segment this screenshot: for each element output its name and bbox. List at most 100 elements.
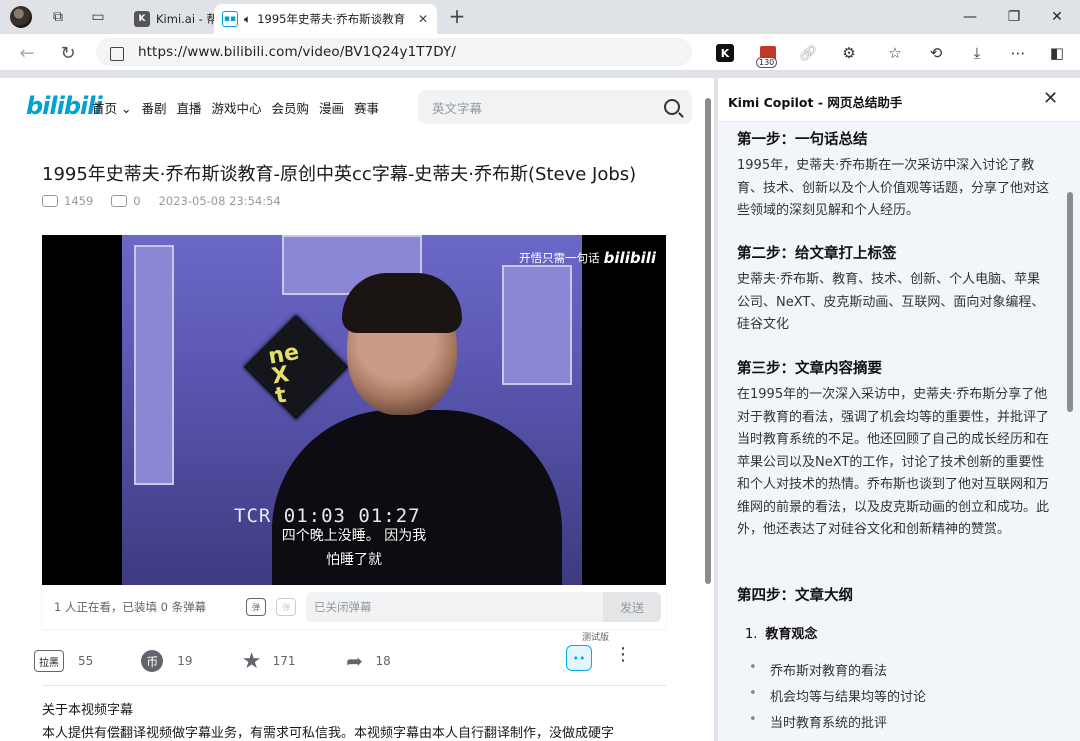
nav-item-esports[interactable]: 赛事 [354,98,379,117]
more-options-icon[interactable]: ⋮ [614,646,632,664]
step2-text: 史蒂夫·乔布斯、教育、技术、创新、个人电脑、苹果公司、NeXT、皮克斯动画、互联… [737,272,1045,332]
sidebar-toggle-icon[interactable]: ◧ [1046,42,1068,64]
history-icon[interactable]: ⟲ [925,42,947,64]
step2-heading: 第二步：给文章打上标签 [737,246,897,262]
step4-heading: 第四步：文章大纲 [737,588,853,604]
video-meta: 1459 0 2023-05-08 23:54:54 [42,194,281,208]
play-count-icon [42,195,58,207]
lock-icon [110,47,124,61]
bilibili-logo[interactable]: bilibili [26,92,103,120]
nav-item-manga[interactable]: 漫画 [319,98,344,117]
search-icon[interactable] [664,99,680,115]
danmaku-placeholder: 已关闭弹幕 [314,600,372,614]
viewer-count-text: 1 人正在看，已装填 0 条弹幕 [54,600,207,614]
notification-badge: 130 [756,57,778,68]
like-count: 55 [78,654,94,668]
kimi-summary: 第一步：一句话总结 1995年，史蒂夫·乔布斯在一次采访中深入讨论了教育、技术、… [718,122,1080,741]
danmaku-toggle-icon[interactable]: 弹 [246,598,266,616]
tab-label: Kimi.ai - 帮 [156,12,214,26]
bilibili-favicon-icon: ▪▪ [222,11,238,27]
tab-actions-icon[interactable]: ▭ [88,7,108,27]
video-title: 1995年史蒂夫·乔布斯谈教育-原创中英cc字幕-史蒂夫·乔布斯(Steve J… [42,164,637,185]
danmaku-bar: 1 人正在看，已装填 0 条弹幕 弹 弹 已关闭弹幕 发送 [42,585,666,629]
video-watermark: 开悟只需一句话 bilibili [519,249,656,267]
danmaku-input[interactable]: 已关闭弹幕 发送 [306,592,661,622]
extensions-icon[interactable]: ⚙ [838,42,860,64]
timecode: TCR 01:03 01:27 [234,505,421,527]
calendar-extension-icon[interactable]: 130 [756,42,779,68]
nav-item-live[interactable]: 直播 [176,98,201,117]
video-player[interactable]: ne Xt TCR 01:03 01:27 四个晚上没睡。 因为我 怕睡了就 开悟… [42,235,666,585]
danmaku-settings-icon[interactable]: 弹 [276,598,296,616]
search-placeholder: 英文字幕 [432,100,483,116]
subtitle-line-1: 四个晚上没睡。 因为我 [281,528,427,544]
share-button[interactable]: ➦ 18 [343,649,391,673]
star-icon: ★ [241,648,262,674]
coin-button[interactable]: 币 19 [141,650,193,672]
scrollbar-thumb[interactable] [705,98,711,584]
description-title: 关于本视频字幕 [42,703,134,718]
block-label: 拉黑 [34,650,64,672]
nav-item-games[interactable]: 游戏中心 [212,98,262,117]
subtitle-line-2: 怕睡了就 [326,552,382,568]
send-button[interactable]: 发送 [603,592,661,622]
like-button[interactable]: 拉黑 55 [34,650,93,672]
new-tab-button[interactable]: + [446,6,468,28]
close-tab-icon[interactable]: ✕ [415,11,431,27]
nav-item-home[interactable]: 首页 ⌄ [92,98,131,117]
ai-assistant-icon[interactable]: •• [566,645,592,671]
coin-icon: 币 [141,650,164,672]
outline-subitem: 当时教育系统的批评 [749,712,887,731]
page-scrollbar[interactable] [702,78,714,741]
tab-bilibili[interactable]: ▪▪ 🔈︎ 1995年史蒂夫·乔布斯谈教育 ✕ [214,4,437,34]
speaker-icon[interactable]: 🔈︎ [244,12,251,27]
back-icon[interactable]: ← [16,42,38,64]
download-icon[interactable]: ⤓ [966,42,988,64]
divider [42,685,666,686]
minimize-icon[interactable]: — [958,6,982,28]
search-input[interactable]: 英文字幕 [418,90,692,124]
workspaces-icon[interactable]: ⧉ [48,7,68,27]
url-text: https://www.bilibili.com/video/BV1Q24y1T… [138,44,457,60]
site-header: bilibili 首页 ⌄ 番剧 直播 游戏中心 会员购 漫画 赛事 英文字幕 [0,78,700,136]
step3-text: 在1995年的一次深入采访中，史蒂夫·乔布斯分享了他对于教育的看法，强调了机会均… [737,387,1050,537]
step3-heading: 第三步：文章内容摘要 [737,361,882,377]
main-nav: 首页 ⌄ 番剧 直播 游戏中心 会员购 漫画 赛事 [92,98,379,117]
danmaku-count: 0 [133,194,141,208]
nav-item-anime[interactable]: 番剧 [141,98,166,117]
more-menu-icon[interactable]: ⋯ [1007,42,1029,64]
danmaku-count-icon [111,195,128,207]
person-hair [342,273,462,333]
address-bar-row: ← ↻ https://www.bilibili.com/video/BV1Q2… [0,34,1080,70]
refresh-icon[interactable]: ↻ [57,42,79,64]
tab-kimi[interactable]: K Kimi.ai - 帮 [126,4,214,34]
tab-bar: ⧉ ▭ K Kimi.ai - 帮 ▪▪ 🔈︎ 1995年史蒂夫·乔布斯谈教育 … [0,0,1080,34]
step1-heading: 第一步：一句话总结 [737,132,868,148]
kimi-panel: Kimi Copilot - 网页总结助手 ✕ 第一步：一句话总结 1995年，… [718,78,1080,741]
tab-label: 1995年史蒂夫·乔布斯谈教育 [257,12,406,26]
bg-window [134,245,174,485]
bg-window [502,265,572,385]
beta-tag: 测试版 [582,633,610,643]
panel-scrollbar[interactable] [1064,122,1076,741]
link-icon[interactable]: 🔗︎ [797,42,819,64]
kimi-header: Kimi Copilot - 网页总结助手 ✕ [718,78,1080,122]
kimi-favicon-icon: K [134,11,150,27]
outline-subitem: 机会均等与结果均等的讨论 [749,686,926,705]
favorite-count: 171 [272,654,296,668]
bilibili-page: bilibili 首页 ⌄ 番剧 直播 游戏中心 会员购 漫画 赛事 英文字幕 … [0,78,714,741]
favorites-icon[interactable]: ☆ [884,42,906,64]
share-icon: ➦ [346,649,363,673]
restore-icon[interactable]: ❐ [1002,6,1026,28]
kimi-title: Kimi Copilot - 网页总结助手 [728,95,903,110]
nav-item-shop[interactable]: 会员购 [272,98,310,117]
favorite-button[interactable]: ★ 171 [241,648,296,674]
close-window-icon[interactable]: ✕ [1045,6,1069,28]
url-field[interactable]: https://www.bilibili.com/video/BV1Q24y1T… [96,38,692,66]
outline-item: 1. 教育观念 [745,627,818,642]
profile-avatar[interactable] [10,6,32,28]
kimi-extension-icon[interactable]: K [716,44,734,62]
scrollbar-thumb[interactable] [1067,192,1073,412]
coin-count: 19 [177,654,193,668]
close-panel-icon[interactable]: ✕ [1043,88,1058,109]
